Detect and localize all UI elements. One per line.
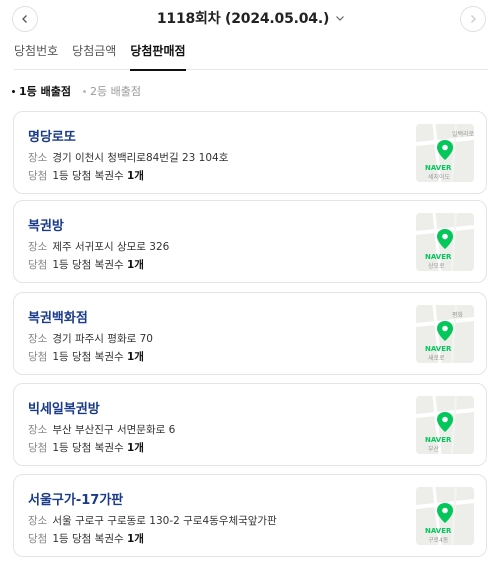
naver-logo: NAVER: [425, 436, 452, 444]
win-count: 1개: [127, 351, 144, 363]
map-label-top: 평화: [452, 311, 464, 319]
win-count: 1개: [127, 533, 144, 545]
store-win-row: 당첨 1등 당첨 복권수 1개: [28, 440, 144, 455]
naver-logo: NAVER: [425, 164, 452, 172]
store-address-row: 장소 서울 구로구 구로동로 130-2 구로4동우체국앞가판: [28, 513, 277, 528]
rank-filter: 1등 배출점 2등 배출점: [12, 83, 141, 99]
map-label-bottom: 구로4동: [428, 537, 449, 544]
win-text: 1등 당첨 복권수: [52, 351, 124, 363]
store-address: 서울 구로구 구로동로 130-2 구로4동우체국앞가판: [52, 515, 277, 527]
address-label: 장소: [28, 424, 48, 436]
subtab-label: 2등 배출점: [89, 85, 141, 98]
store-card[interactable]: 빅세일복권방 장소 부산 부산진구 서면문화로 6 당첨 1등 당첨 복권수 1개 …: [13, 383, 487, 466]
next-round-button[interactable]: [460, 6, 486, 32]
store-name[interactable]: 빅세일복권방: [28, 398, 100, 417]
win-text: 1등 당첨 복권수: [52, 533, 124, 545]
store-card[interactable]: 복권백화점 장소 경기 파주시 평화로 70 당첨 1등 당첨 복권수 1개 평화 …: [13, 292, 487, 375]
bullet-dot: [82, 89, 86, 93]
tab-winning-numbers[interactable]: 당첨번호: [14, 40, 58, 70]
map-label-bottom: 부산: [428, 445, 440, 453]
store-address-row: 장소 경기 이천시 청백리로84번길 23 104호: [28, 150, 228, 165]
map-label-bottom: 상모로: [428, 262, 445, 270]
store-address: 경기 이천시 청백리로84번길 23 104호: [52, 152, 229, 164]
map-label-top: 일백리로: [452, 130, 474, 138]
store-card[interactable]: 명당로또 장소 경기 이천시 청백리로84번길 23 104호 당첨 1등 당첨 복…: [13, 111, 487, 194]
subtab-first-prize[interactable]: 1등 배출점: [12, 83, 71, 99]
address-label: 장소: [28, 241, 48, 253]
store-address: 부산 부산진구 서면문화로 6: [52, 424, 176, 436]
round-selector[interactable]: 1118회차 (2024.05.04.): [0, 8, 502, 28]
map-label-bottom: 세지이도: [428, 173, 451, 181]
win-label: 당첨: [28, 533, 48, 545]
store-map-thumbnail[interactable]: 평화 NAVER 새로로: [416, 305, 474, 363]
chevron-right-icon: [471, 15, 476, 23]
chevron-down-icon: [335, 13, 345, 23]
subtab-label: 1등 배출점: [19, 85, 71, 98]
store-address-row: 장소 경기 파주시 평화로 70: [28, 331, 153, 346]
naver-logo: NAVER: [425, 527, 452, 535]
store-name[interactable]: 복권백화점: [28, 307, 88, 326]
store-name[interactable]: 복권방: [28, 215, 64, 234]
win-text: 1등 당첨 복권수: [52, 170, 124, 182]
store-map-thumbnail[interactable]: NAVER 부산: [416, 396, 474, 454]
bullet-dot: [12, 89, 15, 93]
win-label: 당첨: [28, 442, 48, 454]
header: 1118회차 (2024.05.04.): [0, 0, 502, 38]
store-win-row: 당첨 1등 당첨 복권수 1개: [28, 168, 144, 183]
address-label: 장소: [28, 152, 48, 164]
win-label: 당첨: [28, 259, 48, 271]
store-map-thumbnail[interactable]: NAVER 구로4동: [416, 487, 474, 545]
store-name[interactable]: 서울구가-17가판: [28, 489, 123, 508]
win-label: 당첨: [28, 351, 48, 363]
store-card[interactable]: 복권방 장소 제주 서귀포시 상모로 326 당첨 1등 당첨 복권수 1개 NAV…: [13, 200, 487, 283]
store-card[interactable]: 서울구가-17가판 장소 서울 구로구 구로동로 130-2 구로4동우체국앞가판…: [13, 474, 487, 557]
round-title: 1118회차 (2024.05.04.): [156, 11, 330, 27]
naver-logo: NAVER: [425, 253, 452, 261]
address-label: 장소: [28, 333, 48, 345]
store-map-thumbnail[interactable]: NAVER 상모로: [416, 213, 474, 271]
store-address: 경기 파주시 평화로 70: [52, 333, 153, 345]
store-name[interactable]: 명당로또: [28, 126, 76, 145]
map-label-bottom: 새로로: [428, 354, 445, 362]
subtab-second-prize[interactable]: 2등 배출점: [82, 83, 141, 99]
store-address-row: 장소 부산 부산진구 서면문화로 6: [28, 422, 175, 437]
win-count: 1개: [127, 259, 144, 271]
store-address-row: 장소 제주 서귀포시 상모로 326: [28, 239, 169, 254]
tab-prize-amount[interactable]: 당첨금액: [72, 40, 116, 70]
store-win-row: 당첨 1등 당첨 복권수 1개: [28, 257, 144, 272]
naver-logo: NAVER: [425, 345, 452, 353]
address-label: 장소: [28, 515, 48, 527]
tab-winning-stores[interactable]: 당첨판매점: [130, 40, 186, 71]
win-count: 1개: [127, 442, 144, 454]
store-win-row: 당첨 1등 당첨 복권수 1개: [28, 531, 144, 546]
store-win-row: 당첨 1등 당첨 복권수 1개: [28, 349, 144, 364]
store-map-thumbnail[interactable]: 일백리로 NAVER 세지이도: [416, 124, 474, 182]
win-text: 1등 당첨 복권수: [52, 442, 124, 454]
win-label: 당첨: [28, 170, 48, 182]
win-count: 1개: [127, 170, 144, 182]
tab-bar: 당첨번호 당첨금액 당첨판매점: [14, 40, 488, 71]
win-text: 1등 당첨 복권수: [52, 259, 124, 271]
store-address: 제주 서귀포시 상모로 326: [52, 241, 170, 253]
